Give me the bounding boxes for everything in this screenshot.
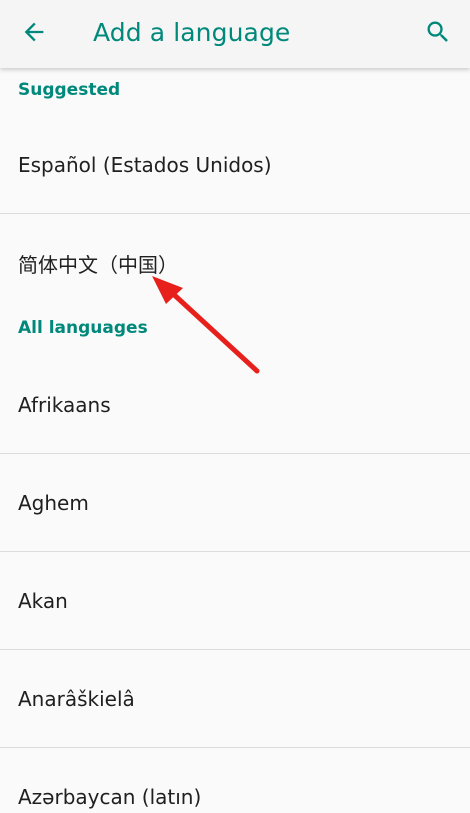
- language-item-afrikaans[interactable]: Afrikaans: [0, 356, 470, 453]
- language-item-azerbaycan-latin[interactable]: Azərbaycan (latın): [0, 748, 470, 813]
- language-item-espanol-estados-unidos[interactable]: Español (Estados Unidos): [0, 116, 470, 213]
- search-icon: [424, 18, 452, 50]
- language-item-aghem[interactable]: Aghem: [0, 454, 470, 551]
- search-button[interactable]: [412, 8, 464, 60]
- language-item-akan[interactable]: Akan: [0, 552, 470, 649]
- language-list: Suggested Español (Estados Unidos) 简体中文（…: [0, 68, 470, 813]
- screen: Add a language Suggested Español (Estado…: [0, 0, 470, 813]
- section-header-suggested: Suggested: [18, 80, 121, 100]
- back-button[interactable]: [8, 8, 60, 60]
- language-item-chinese-simplified[interactable]: 简体中文（中国）: [0, 214, 470, 312]
- language-item-anaraskiela[interactable]: Anarâškielâ: [0, 650, 470, 747]
- arrow-left-icon: [20, 18, 48, 50]
- section-header-all-languages: All languages: [18, 318, 148, 338]
- app-bar: Add a language: [0, 0, 470, 68]
- page-title: Add a language: [93, 18, 291, 47]
